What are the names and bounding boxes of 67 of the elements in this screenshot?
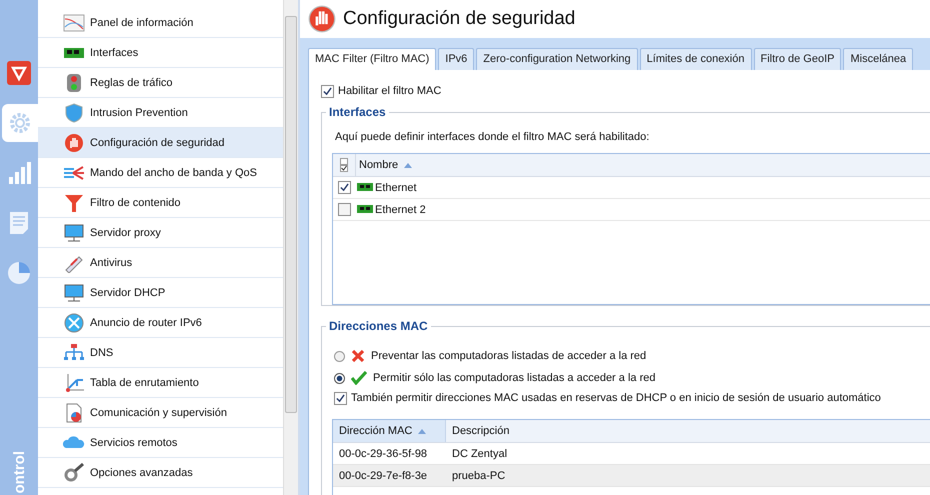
- router-icon: [63, 312, 85, 332]
- radio-label: Permitir sólo las computadoras listadas a acceder a la red: [373, 372, 656, 384]
- group-title: Direcciones MAC: [326, 319, 431, 333]
- checkbox[interactable]: [334, 392, 347, 404]
- sidebar-item[interactable]: Servidor DHCP: [38, 278, 283, 308]
- sidebar-item[interactable]: Mando del ancho de banda y QoS: [38, 158, 283, 188]
- sidebar-item[interactable]: Filtro de contenido: [38, 188, 283, 218]
- monitor-icon: [63, 282, 85, 302]
- page-title: Configuración de seguridad: [343, 8, 576, 30]
- sidebar-item[interactable]: Panel de información: [38, 8, 283, 38]
- shield-icon: [63, 102, 85, 122]
- tab[interactable]: MAC Filter (Filtro MAC): [308, 48, 436, 72]
- sidebar-item[interactable]: Interfaces: [38, 38, 283, 68]
- sidebar-item[interactable]: DNS: [38, 338, 283, 368]
- checkbox[interactable]: [321, 84, 334, 98]
- column-header[interactable]: Dirección MAC: [333, 420, 446, 442]
- funnel-icon: [63, 192, 85, 212]
- sidebar-item[interactable]: Comunicación y supervisión: [38, 398, 283, 428]
- checkmark-icon: [351, 371, 367, 385]
- radio-label: Preventar las computadoras listadas de acceder a la red: [371, 350, 646, 362]
- column-header[interactable]: Descripción: [446, 425, 510, 437]
- network-card-icon: [357, 204, 373, 214]
- tab[interactable]: IPv6: [438, 48, 474, 70]
- cross-icon: [351, 349, 365, 363]
- select-all-icon: [340, 158, 348, 172]
- checkbox-label: También permitir direcciones MAC usadas en reservas de DHCP o en inicio de sesión de usuario automático: [351, 392, 881, 404]
- pie-chart-icon: [7, 261, 31, 285]
- sidebar-item[interactable]: Configuración de seguridad: [38, 128, 283, 158]
- gear-icon: [8, 111, 32, 135]
- table-row[interactable]: 00-0c-29-7e-f8-3e prueba-PC: [333, 465, 930, 487]
- table-cell: Ethernet: [375, 182, 417, 194]
- sidebar-item[interactable]: Servicios remotos: [38, 428, 283, 458]
- chart-icon: [63, 12, 85, 32]
- tab[interactable]: Filtro de GeoIP: [754, 48, 842, 70]
- column-header[interactable]: Nombre: [356, 159, 412, 171]
- sidebar-item[interactable]: Antivirus: [38, 248, 283, 278]
- group-title: Interfaces: [326, 105, 389, 119]
- rail-label: ontrol: [10, 450, 28, 495]
- tab[interactable]: Miscelánea: [843, 48, 914, 70]
- scrollbar[interactable]: [283, 0, 300, 495]
- table-cell-text: DC Zentyal: [451, 448, 508, 460]
- table-cell-text: prueba-PC: [451, 470, 506, 482]
- radio-button[interactable]: [334, 372, 345, 384]
- description-text: Aquí puede definir interfaces donde el filtro MAC será habilitado:: [335, 131, 650, 143]
- axes-icon: [63, 372, 85, 392]
- monitor-icon: [63, 222, 85, 242]
- shield-icon: [7, 61, 31, 85]
- sidebar-item[interactable]: Opciones avanzadas: [38, 458, 283, 488]
- table-cell-text: 00-0c-29-7e-f8-3e: [338, 470, 428, 482]
- network-card-icon: [357, 182, 373, 192]
- sidebar-item[interactable]: Anuncio de router IPv6: [38, 308, 283, 338]
- checkbox-label: Habilitar el filtro MAC: [338, 85, 442, 97]
- radio-button[interactable]: [334, 350, 345, 362]
- sort-arrow-icon: [404, 162, 412, 168]
- bar-chart-icon: [7, 161, 31, 185]
- sort-arrow-icon: [418, 428, 426, 434]
- sidebar-item[interactable]: Tabla de enrutamiento: [38, 368, 283, 398]
- tab[interactable]: Límites de conexión: [640, 48, 752, 70]
- tab[interactable]: Zero-configuration Networking: [476, 48, 638, 70]
- sidebar-item[interactable]: Reglas de tráfico: [38, 68, 283, 98]
- sidebar-item[interactable]: Servidor proxy: [38, 218, 283, 248]
- checkbox[interactable]: [338, 203, 350, 216]
- checkbox[interactable]: [338, 181, 350, 194]
- table-cell-text: 00-0c-29-36-5f-98: [338, 448, 428, 460]
- document-icon: [7, 211, 31, 235]
- hierarchy-icon: [63, 342, 85, 362]
- table-cell: Ethernet 2: [375, 204, 426, 216]
